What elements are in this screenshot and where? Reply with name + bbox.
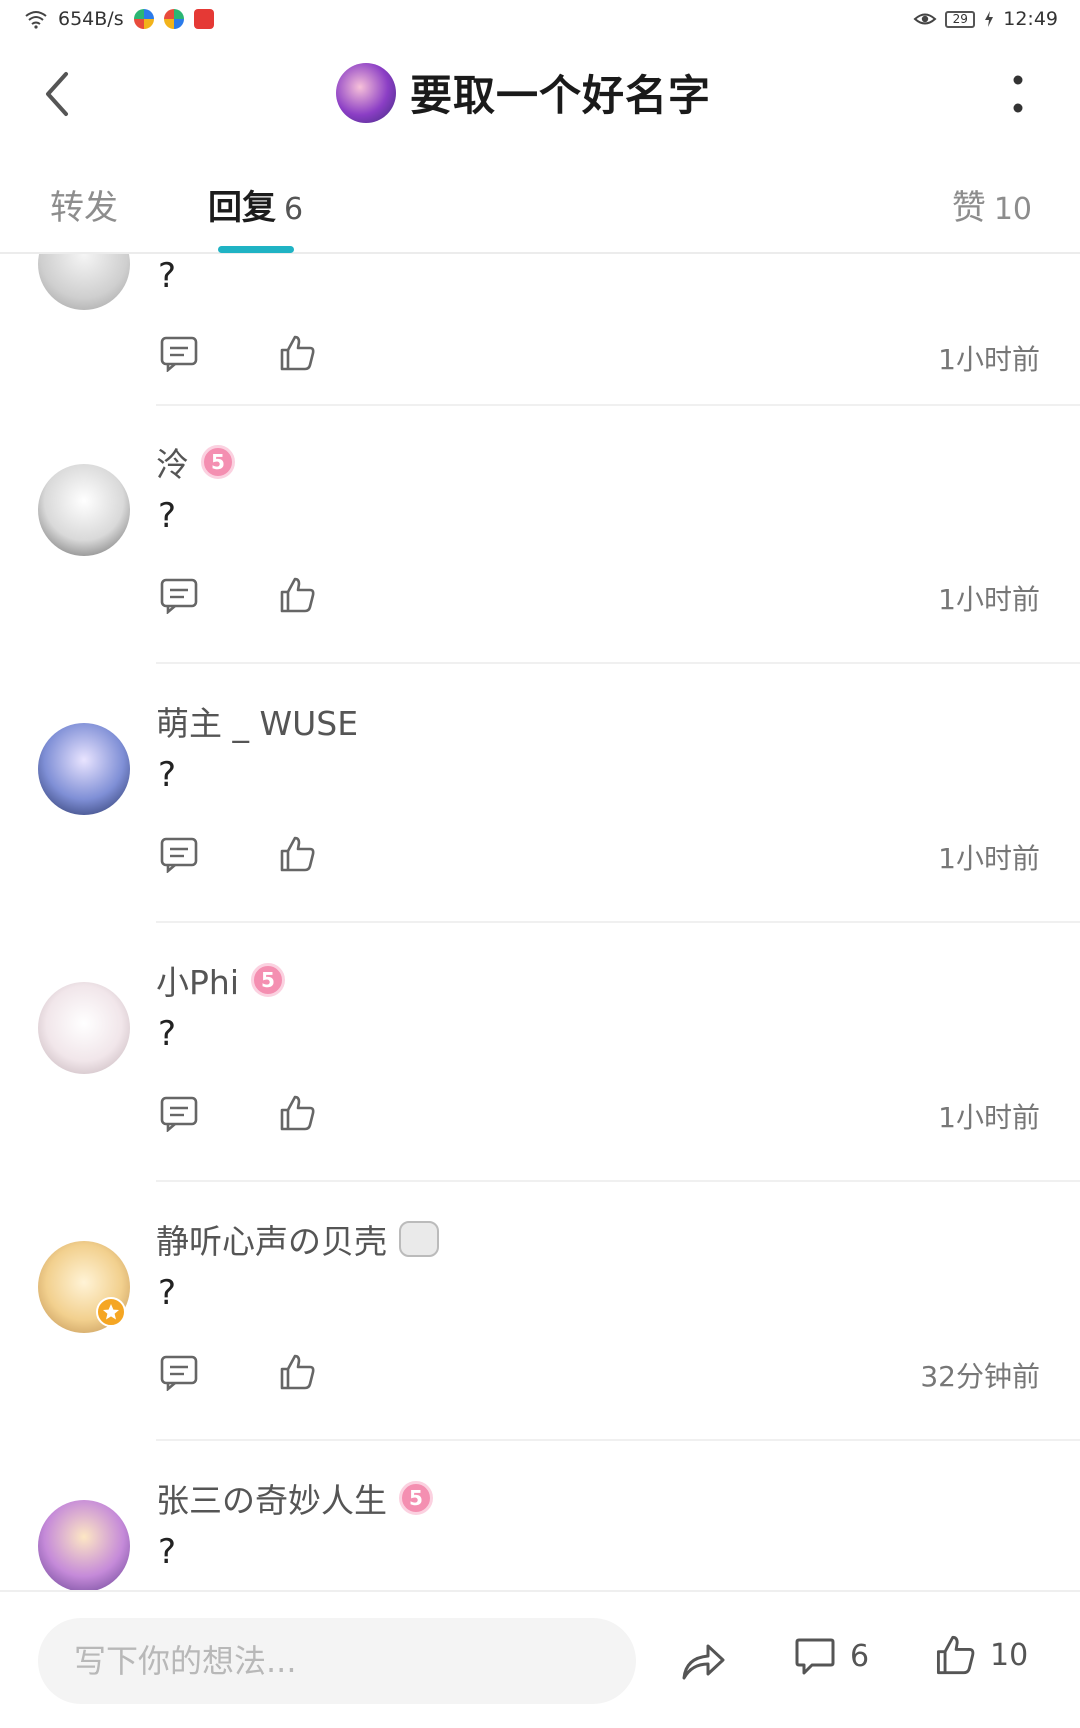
status-bar: 654B/s 29 12:49 [0, 0, 1080, 44]
comment-bubble-icon [795, 1638, 835, 1675]
comment-content: ? [158, 1532, 177, 1572]
comment-username[interactable]: 萌主 _ WUSE [156, 697, 358, 745]
tab-bar: 转发 回复 6 赞 10 [0, 144, 1080, 254]
active-tab-indicator [218, 246, 294, 253]
avatar[interactable] [38, 1500, 130, 1590]
username-text: 静听心声の贝壳 [156, 1222, 387, 1261]
status-right: 29 12:49 [913, 8, 1058, 30]
charging-icon [985, 11, 994, 27]
comment-icon[interactable] [160, 1096, 198, 1132]
avatar[interactable] [38, 464, 130, 556]
app-notification-icon [133, 9, 154, 29]
level-badge: 5 [250, 963, 285, 997]
divider [156, 1180, 1080, 1182]
comment-content: ? [158, 1014, 177, 1054]
app-notification-icon [193, 9, 214, 29]
status-left: 654B/s [24, 8, 214, 30]
username-text: 张三の奇妙人生 [156, 1481, 387, 1520]
tab-like-count: 10 [993, 192, 1032, 227]
avatar[interactable] [38, 254, 130, 310]
thumbs-up-icon[interactable] [278, 334, 316, 372]
comment-content: ? [158, 755, 177, 795]
comment-item: ? 1小时前 [0, 254, 1080, 406]
comment-time: 1小时前 [938, 842, 1040, 875]
thumbs-up-icon[interactable] [278, 835, 316, 873]
username-text: 小Phi [156, 963, 239, 1002]
thumbs-up-icon[interactable] [278, 1353, 316, 1391]
tab-like[interactable]: 赞 10 [952, 180, 1032, 229]
comment-username[interactable]: 小Phi 5 [156, 956, 285, 1004]
avatar[interactable] [38, 982, 130, 1074]
comment-username[interactable]: 泠 5 [156, 438, 235, 486]
avatar[interactable] [38, 723, 130, 815]
comment-icon[interactable] [160, 837, 198, 873]
comment-username[interactable]: 张三の奇妙人生 5 [156, 1474, 433, 1522]
sticker-badge-icon [399, 1221, 439, 1257]
comment-icon[interactable] [160, 578, 198, 614]
username-text: 泠 [156, 445, 189, 484]
comment-item: 萌主 _ WUSE ? 1小时前 [0, 704, 1080, 972]
comment-time: 32分钟前 [920, 1360, 1040, 1393]
verified-star-icon [96, 1297, 126, 1327]
tab-reply[interactable]: 回复 6 [208, 180, 303, 229]
divider [156, 921, 1080, 923]
clock: 12:49 [1003, 8, 1058, 30]
comment-input[interactable]: 写下你的想法... [38, 1618, 636, 1704]
comment-username[interactable]: 静听心声の贝壳 [156, 1215, 439, 1263]
thumbs-up-icon[interactable] [278, 1094, 316, 1132]
thumbs-up-icon[interactable] [278, 576, 316, 614]
divider [156, 662, 1080, 664]
divider [156, 404, 1080, 406]
tab-reply-label: 回复 [208, 188, 276, 228]
tab-reply-count: 6 [284, 192, 304, 227]
net-speed: 654B/s [58, 8, 124, 30]
like-count: 10 [990, 1637, 1029, 1673]
comment-content: ? [158, 1273, 177, 1313]
level-badge: 5 [399, 1481, 433, 1515]
bottom-action-bar: 写下你的想法... 6 10 [0, 1590, 1080, 1728]
comment-icon[interactable] [160, 1355, 198, 1391]
tab-forward[interactable]: 转发 [50, 180, 118, 229]
header: 要取一个好名字 [0, 44, 1080, 144]
header-title-group[interactable]: 要取一个好名字 [336, 62, 711, 123]
comment-item: 张三の奇妙人生 5 ? [0, 1481, 1080, 1590]
avatar[interactable] [38, 1241, 130, 1333]
thumbs-up-icon [936, 1635, 975, 1675]
comment-count: 6 [850, 1638, 870, 1674]
comment-content: ? [158, 496, 177, 536]
comment-item: 泠 5 ? 1小时前 [0, 445, 1080, 713]
eye-icon [913, 13, 937, 25]
comment-icon[interactable] [160, 336, 198, 372]
tab-forward-label: 转发 [50, 188, 118, 228]
wifi-icon [25, 11, 47, 29]
app-notification-icon [163, 9, 184, 29]
tab-like-label: 赞 [951, 188, 986, 228]
battery-icon: 29 [945, 10, 976, 28]
group-avatar [336, 62, 396, 123]
comment-time: 1小时前 [938, 1101, 1040, 1134]
comment-time: 1小时前 [938, 343, 1040, 376]
share-icon[interactable] [680, 1640, 726, 1682]
level-badge: 5 [201, 445, 235, 479]
comment-list[interactable]: ? 1小时前 泠 5 ? 1小时前 萌主 _ WUSE ? 1小时前 小Phi [0, 254, 1080, 1590]
page-title: 要取一个好名字 [410, 71, 712, 120]
username-text: 萌主 _ WUSE [156, 704, 359, 743]
like-count-button[interactable]: 10 [934, 1634, 1028, 1676]
comment-time: 1小时前 [938, 583, 1040, 616]
divider [156, 1439, 1080, 1441]
comment-item: 小Phi 5 ? 1小时前 [0, 963, 1080, 1231]
comment-item: 静听心声の贝壳 ? 32分钟前 [0, 1221, 1080, 1490]
chevron-left-icon[interactable] [38, 70, 78, 118]
comment-count-button[interactable]: 6 [794, 1636, 869, 1676]
comment-content: ? [158, 256, 177, 296]
more-vertical-icon[interactable] [1012, 72, 1024, 116]
